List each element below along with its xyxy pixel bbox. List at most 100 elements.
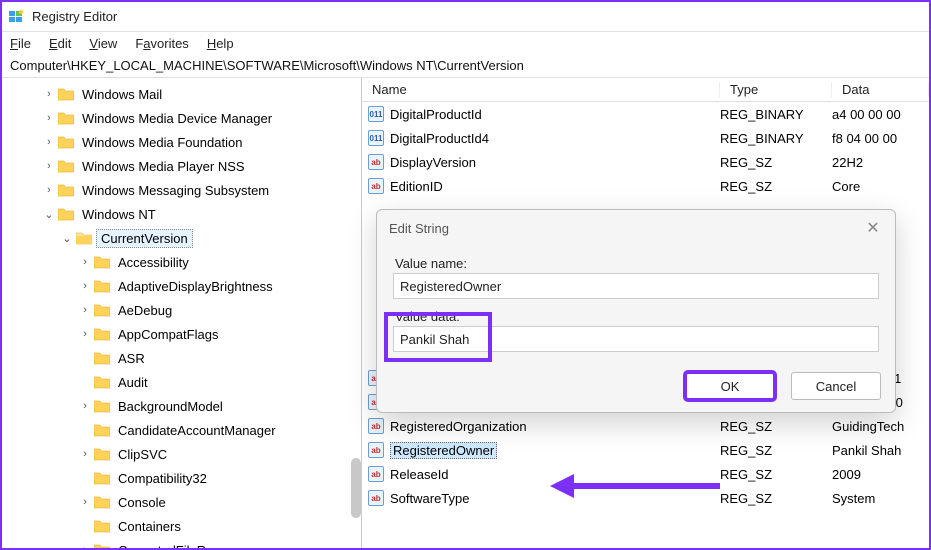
address-bar[interactable]: Computer\HKEY_LOCAL_MACHINE\SOFTWARE\Mic… — [2, 54, 929, 78]
table-row[interactable]: abReleaseIdREG_SZ2009 — [362, 462, 929, 486]
value-data: a4 00 00 00 — [832, 107, 929, 122]
app-title: Registry Editor — [32, 9, 117, 24]
ok-button[interactable]: OK — [685, 372, 775, 400]
tree-node[interactable]: › AeDebug — [78, 298, 361, 322]
tree-item-label: AdaptiveDisplayBrightness — [114, 278, 277, 295]
value-type: REG_SZ — [720, 491, 832, 506]
value-data: f8 04 00 00 — [832, 131, 929, 146]
tree-item-label: Containers — [114, 518, 185, 535]
table-row[interactable]: abEditionIDREG_SZCore — [362, 174, 929, 198]
column-header-name[interactable]: Name — [362, 82, 720, 97]
table-row[interactable]: abSoftwareTypeREG_SZSystem — [362, 486, 929, 510]
folder-icon — [58, 207, 74, 221]
value-data: Pankil Shah — [832, 443, 929, 458]
title-bar: Registry Editor — [2, 2, 929, 32]
column-header-type[interactable]: Type — [720, 82, 832, 97]
tree-node[interactable]: ASR — [78, 346, 361, 370]
value-type: REG_SZ — [720, 419, 832, 434]
value-name: EditionID — [390, 179, 443, 194]
list-header: Name Type Data — [362, 78, 929, 102]
chevron-down-icon[interactable]: ⌄ — [60, 232, 74, 245]
string-value-icon: ab — [368, 490, 384, 506]
chevron-right-icon[interactable]: › — [42, 88, 56, 100]
folder-icon — [58, 87, 74, 101]
tree-node[interactable]: ›Windows Mail — [42, 82, 361, 106]
tree-node[interactable]: Containers — [78, 514, 361, 538]
value-type: REG_SZ — [720, 155, 832, 170]
folder-icon — [58, 183, 74, 197]
tree-node-currentversion[interactable]: ⌄ CurrentVersion — [2, 226, 361, 250]
chevron-right-icon[interactable]: › — [78, 304, 92, 316]
close-icon[interactable]: ✕ — [863, 218, 883, 238]
tree-item-label-selected: CurrentVersion — [96, 229, 193, 248]
chevron-right-icon[interactable]: › — [42, 112, 56, 124]
tree-node[interactable]: ›ClipSVC — [78, 442, 361, 466]
chevron-right-icon[interactable]: › — [78, 400, 92, 412]
folder-icon — [94, 471, 110, 485]
tree-item-label: Audit — [114, 374, 152, 391]
menu-favorites[interactable]: Favorites — [135, 36, 188, 51]
tree-node[interactable]: ›Accessibility — [78, 250, 361, 274]
tree-node[interactable]: › Windows Messaging Subsystem — [42, 178, 361, 202]
menu-view[interactable]: View — [89, 36, 117, 51]
chevron-right-icon[interactable]: › — [78, 328, 92, 340]
tree-item-label: Windows Media Device Manager — [78, 110, 276, 127]
value-name: DisplayVersion — [390, 155, 476, 170]
tree-node[interactable]: ›AppCompatFlags — [78, 322, 361, 346]
chevron-right-icon[interactable]: › — [78, 496, 92, 508]
table-row[interactable]: abDisplayVersionREG_SZ22H2 — [362, 150, 929, 174]
tree-pane[interactable]: ›Windows Mail›Windows Media Device Manag… — [2, 78, 362, 548]
tree-node[interactable]: CandidateAccountManager — [78, 418, 361, 442]
chevron-right-icon[interactable]: › — [78, 256, 92, 268]
value-data-input[interactable] — [393, 326, 879, 352]
string-value-icon: ab — [368, 466, 384, 482]
tree-node[interactable]: ›Windows Media Foundation — [42, 130, 361, 154]
menu-bar: File Edit View Favorites Help — [2, 32, 929, 54]
chevron-right-icon[interactable]: › — [42, 184, 56, 196]
chevron-right-icon[interactable]: › — [78, 448, 92, 460]
table-row[interactable]: abRegisteredOrganizationREG_SZGuidingTec… — [362, 414, 929, 438]
folder-icon — [94, 255, 110, 269]
tree-node-windows-nt[interactable]: ⌄ Windows NT — [2, 202, 361, 226]
table-row[interactable]: 011DigitalProductIdREG_BINARYa4 00 00 00 — [362, 102, 929, 126]
tree-item-label: Console — [114, 494, 170, 511]
table-row[interactable]: 011DigitalProductId4REG_BINARYf8 04 00 0… — [362, 126, 929, 150]
tree-node[interactable]: › Windows Media Device Manager — [42, 106, 361, 130]
chevron-right-icon[interactable]: › — [42, 136, 56, 148]
menu-file[interactable]: File — [10, 36, 31, 51]
chevron-down-icon[interactable]: ⌄ — [42, 208, 56, 221]
tree-item-label: CandidateAccountManager — [114, 422, 280, 439]
folder-icon — [58, 135, 74, 149]
chevron-right-icon[interactable]: › — [78, 280, 92, 292]
tree-node[interactable]: › AdaptiveDisplayBrightness — [78, 274, 361, 298]
tree-node[interactable]: Compatibility32 — [78, 466, 361, 490]
string-value-icon: ab — [368, 178, 384, 194]
tree-item-label: Windows Messaging Subsystem — [78, 182, 273, 199]
edit-string-dialog: Edit String ✕ Value name: Value data: OK… — [376, 209, 896, 413]
value-data: System — [832, 491, 929, 506]
tree-node[interactable]: › Console — [78, 490, 361, 514]
table-row[interactable]: abRegisteredOwnerREG_SZPankil Shah — [362, 438, 929, 462]
tree-item-label: CorruptedFileRecovery — [114, 542, 256, 549]
string-value-icon: ab — [368, 418, 384, 434]
value-name-input[interactable] — [393, 273, 879, 299]
folder-icon — [94, 519, 110, 533]
chevron-right-icon[interactable]: › — [78, 544, 92, 548]
folder-icon — [94, 327, 110, 341]
tree-node[interactable]: › CorruptedFileRecovery — [78, 538, 361, 548]
menu-edit[interactable]: Edit — [49, 36, 71, 51]
tree-item-label: AeDebug — [114, 302, 176, 319]
tree-node[interactable]: Audit — [78, 370, 361, 394]
chevron-right-icon[interactable]: › — [42, 160, 56, 172]
menu-help[interactable]: Help — [207, 36, 234, 51]
cancel-button[interactable]: Cancel — [791, 372, 881, 400]
value-type: REG_BINARY — [720, 107, 832, 122]
label-value-data: Value data: — [393, 305, 879, 326]
column-header-data[interactable]: Data — [832, 82, 929, 97]
value-data: GuidingTech — [832, 419, 929, 434]
value-data: Core — [832, 179, 929, 194]
tree-node[interactable]: ›BackgroundModel — [78, 394, 361, 418]
scrollbar-thumb[interactable] — [351, 458, 361, 518]
folder-open-icon — [76, 231, 92, 245]
tree-node[interactable]: ›Windows Media Player NSS — [42, 154, 361, 178]
